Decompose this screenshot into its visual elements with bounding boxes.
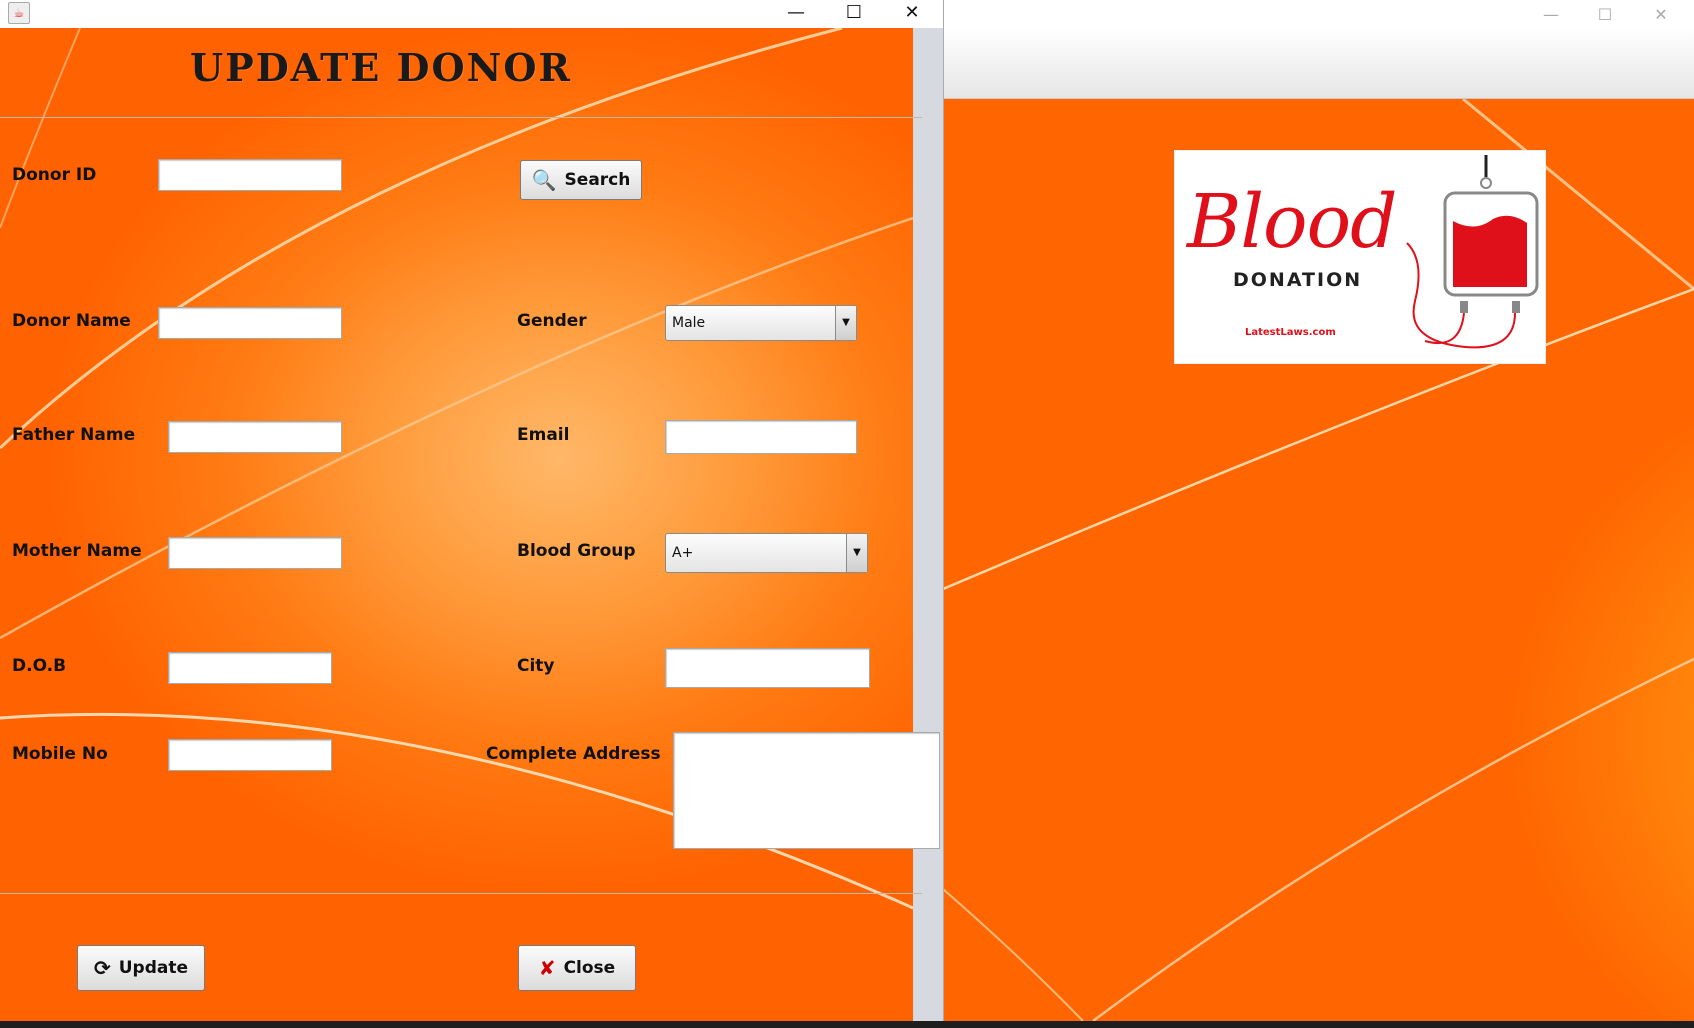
bg-maximize-button[interactable]: ☐: [1580, 0, 1630, 28]
donor-id-label: Donor ID: [12, 165, 97, 185]
blood-group-select[interactable]: A+ ▼: [665, 533, 868, 573]
email-input[interactable]: [665, 420, 857, 454]
chevron-down-icon[interactable]: ▼: [846, 534, 867, 572]
mother-name-input[interactable]: [168, 537, 342, 569]
bg-close-button[interactable]: ✕: [1636, 0, 1686, 28]
complete-address-textarea[interactable]: [673, 732, 940, 849]
page-title: UPDATE DONOR: [190, 45, 573, 90]
close-window-button[interactable]: ✕: [884, 0, 940, 24]
bg-minimize-button[interactable]: —: [1526, 0, 1576, 28]
close-button[interactable]: ✘ Close: [518, 945, 636, 991]
java-icon: ☕: [8, 2, 30, 24]
chevron-down-icon[interactable]: ▼: [835, 306, 856, 340]
dob-input[interactable]: [168, 652, 332, 684]
father-name-input[interactable]: [168, 421, 342, 453]
mobile-no-label: Mobile No: [12, 744, 108, 764]
taskbar-strip: [0, 1021, 1694, 1028]
update-button[interactable]: ⟳ Update: [77, 945, 205, 991]
father-name-label: Father Name: [12, 425, 136, 445]
donor-name-input[interactable]: [158, 307, 342, 339]
blood-donation-logo: Blood DONATION LatestLaws.com: [1174, 150, 1546, 364]
background-window-toolbar: [943, 28, 1694, 99]
magnifier-icon: 🔍: [531, 168, 557, 192]
dialog-body: [0, 28, 913, 1021]
minimize-button[interactable]: —: [768, 0, 824, 24]
donor-id-input[interactable]: [158, 159, 342, 191]
x-icon: ✘: [538, 956, 556, 980]
city-input[interactable]: [665, 648, 870, 688]
email-label: Email: [517, 425, 570, 445]
refresh-icon: ⟳: [93, 956, 111, 980]
mobile-no-input[interactable]: [168, 739, 332, 771]
top-divider: [0, 117, 922, 118]
donor-name-label: Donor Name: [12, 311, 131, 331]
complete-address-label: Complete Address: [486, 744, 661, 764]
background-swoosh-lines: [0, 28, 913, 910]
dob-label: D.O.B: [12, 656, 67, 676]
blood-bag-icon: [1406, 155, 1539, 349]
update-donor-window: ☕ — ☐ ✕ UPDATE DONOR Donor ID Donor Name…: [0, 0, 944, 1021]
background-window-titlebar: — ☐ ✕: [943, 0, 1694, 28]
gender-label: Gender: [517, 311, 587, 331]
search-button[interactable]: 🔍 Search: [520, 160, 642, 200]
mother-name-label: Mother Name: [12, 541, 142, 561]
city-label: City: [517, 656, 555, 676]
gender-select[interactable]: Male ▼: [665, 305, 857, 341]
dialog-titlebar: ☕ — ☐ ✕: [0, 0, 943, 28]
blood-group-label: Blood Group: [517, 541, 636, 561]
maximize-button[interactable]: ☐: [826, 0, 882, 24]
bottom-divider: [0, 893, 922, 894]
vertical-scrollbar[interactable]: [913, 28, 943, 1021]
